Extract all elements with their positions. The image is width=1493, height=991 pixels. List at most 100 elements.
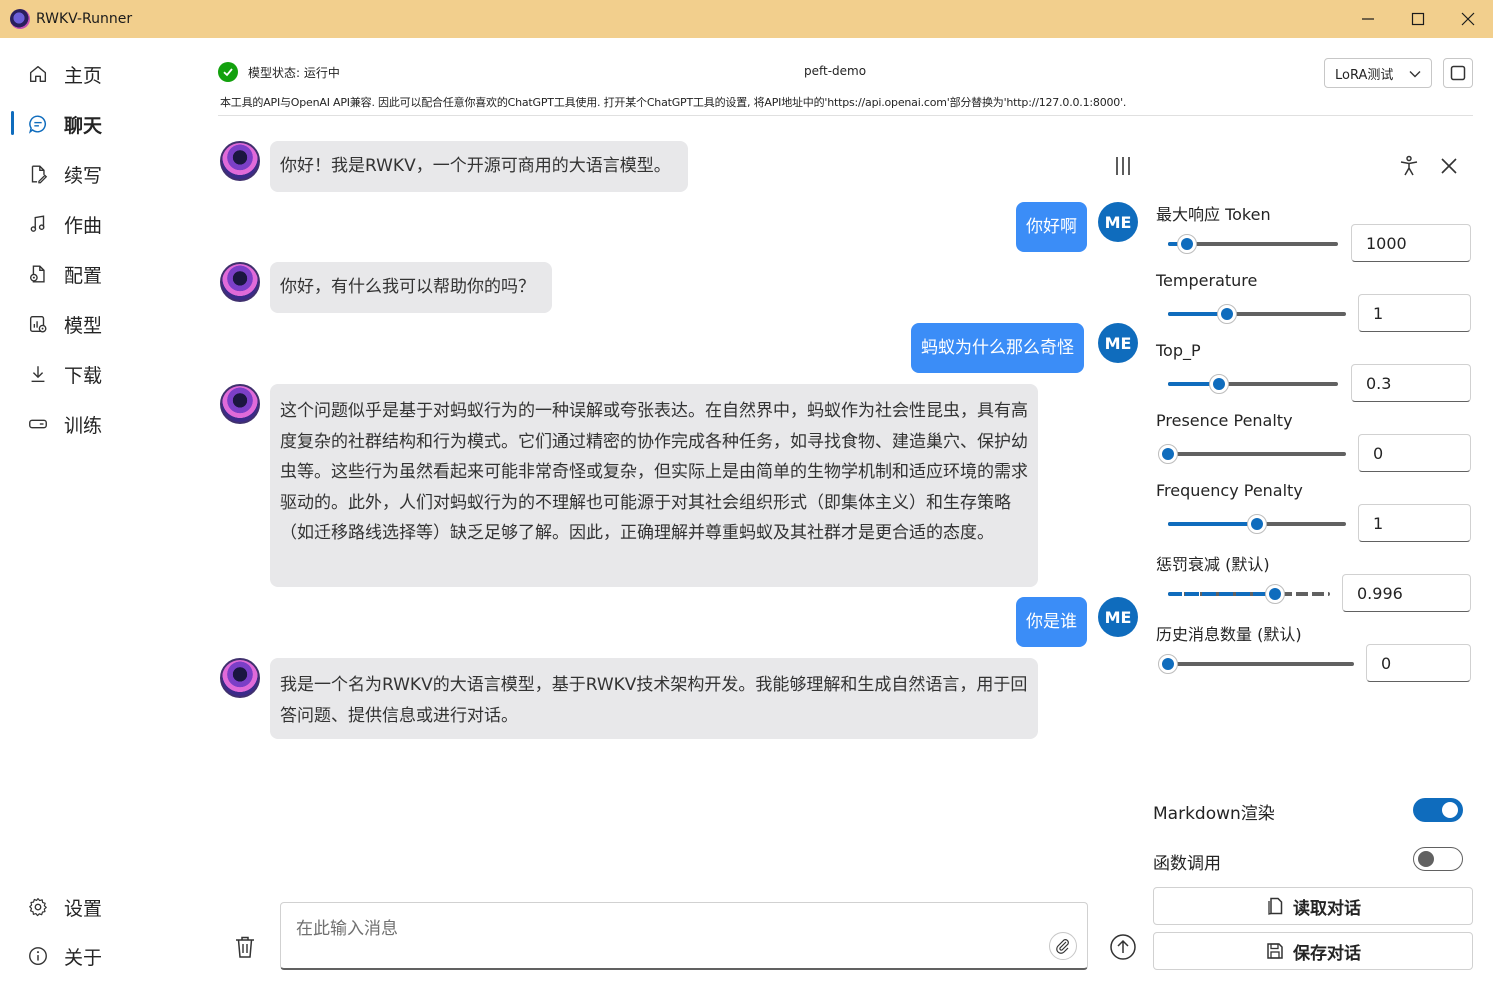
user-avatar: ME (1098, 202, 1138, 242)
model-status-text: 模型状态: 运行中 (248, 65, 340, 80)
bot-avatar (220, 658, 260, 698)
sidebar-item-home[interactable]: 主页 (12, 54, 192, 94)
param-label: Frequency Penalty (1156, 481, 1303, 500)
bot-message: 你好，有什么我可以帮助你的吗？ (270, 262, 552, 313)
load-conversation-button[interactable]: 读取对话 (1153, 887, 1473, 925)
function-call-toggle[interactable] (1413, 847, 1463, 871)
slider-thumb[interactable] (1158, 654, 1178, 674)
slider-thumb[interactable] (1247, 514, 1267, 534)
sidebar-item-label: 聊天 (64, 114, 103, 137)
slider-thumb[interactable] (1209, 374, 1229, 394)
user-message: 蚂蚁为什么那么奇怪 (911, 323, 1084, 373)
send-button[interactable] (1108, 932, 1138, 962)
maximize-button[interactable] (1393, 0, 1443, 38)
chat-header: 模型状态: 运行中 peft-demo LoRA测试 本工具的API与OpenA… (218, 52, 1473, 116)
bot-message: 我是一个名为RWKV的大语言模型，基于RWKV技术架构开发。我能够理解和生成自然… (270, 658, 1038, 739)
panel-drag-handle[interactable] (1110, 152, 1136, 180)
save-conversation-label: 保存对话 (1293, 943, 1361, 964)
slider-thumb[interactable] (1176, 234, 1197, 254)
param-label: Temperature (1156, 271, 1258, 290)
sidebar-item-settings[interactable]: 设置 (12, 887, 192, 927)
message-input-placeholder: 在此输入消息 (296, 919, 398, 939)
bot-avatar (220, 384, 260, 424)
param-slider[interactable] (1168, 234, 1338, 254)
window-title: RWKV-Runner (36, 11, 133, 27)
slider-track (1168, 662, 1354, 666)
param-label: 历史消息数量 (默认) (1156, 625, 1302, 644)
slider-thumb[interactable] (1158, 444, 1178, 464)
slider-fill (1168, 592, 1275, 596)
sidebar-item-train[interactable]: 训练 (12, 404, 192, 444)
slider-thumb[interactable] (1216, 304, 1237, 324)
sidebar-item-about[interactable]: 关于 (12, 936, 192, 976)
markdown-toggle-label: Markdown渲染 (1153, 804, 1275, 824)
document-open-icon (1268, 897, 1283, 915)
clear-chat-button[interactable] (230, 931, 260, 963)
param-value-input[interactable]: 1 (1358, 294, 1471, 332)
close-window-button[interactable] (1443, 0, 1493, 38)
param-label: Top_P (1156, 341, 1201, 360)
param-value-input[interactable]: 1 (1358, 504, 1471, 542)
param-slider[interactable] (1168, 584, 1330, 604)
sidebar-item-label: 续写 (64, 164, 103, 187)
user-message: 你好啊 (1016, 202, 1087, 252)
param-slider[interactable] (1168, 374, 1338, 394)
sidebar-item-downloads[interactable]: 下载 (12, 354, 192, 394)
toggle-panel-button[interactable] (1443, 58, 1473, 88)
param-slider[interactable] (1168, 514, 1346, 534)
attach-button[interactable] (1049, 932, 1077, 960)
close-icon (1461, 12, 1475, 26)
paperclip-icon (1056, 939, 1069, 954)
param-slider[interactable] (1158, 654, 1354, 674)
function-call-toggle-label: 函数调用 (1153, 854, 1221, 874)
home-icon (26, 62, 50, 86)
sidebar-item-label: 设置 (64, 897, 103, 920)
music-note-icon (26, 212, 50, 236)
accessibility-button[interactable] (1394, 152, 1424, 180)
param-value-input[interactable]: 1000 (1351, 224, 1471, 262)
sidebar-item-completion[interactable]: 续写 (12, 154, 192, 194)
toggle-knob (1442, 802, 1458, 818)
param-value-input[interactable]: 0 (1358, 434, 1471, 472)
sidebar-item-label: 关于 (64, 946, 103, 969)
lora-select-value: LoRA测试 (1335, 67, 1394, 83)
lora-select[interactable]: LoRA测试 (1324, 58, 1432, 88)
chat-icon (26, 112, 50, 136)
sidebar-item-composition[interactable]: 作曲 (12, 204, 192, 244)
sidebar-item-label: 模型 (64, 314, 103, 337)
accessibility-icon (1400, 155, 1418, 176)
close-panel-button[interactable] (1434, 152, 1464, 180)
maximize-icon (1411, 12, 1425, 26)
user-avatar: ME (1098, 597, 1138, 637)
arrow-up-circle-icon (1110, 934, 1136, 960)
minimize-icon (1362, 18, 1374, 20)
sidebar-item-label: 训练 (64, 414, 103, 437)
save-conversation-button[interactable]: 保存对话 (1153, 932, 1473, 970)
param-slider[interactable] (1158, 444, 1346, 464)
document-edit-icon (26, 162, 50, 186)
message-input[interactable]: 在此输入消息 (280, 902, 1088, 970)
bot-message: 你好！我是RWKV，一个开源可商用的大语言模型。 (270, 141, 688, 192)
sidebar-item-label: 作曲 (64, 214, 103, 237)
param-value-input[interactable]: 0.3 (1351, 364, 1471, 402)
sidebar-item-label: 配置 (64, 264, 103, 287)
markdown-toggle[interactable] (1413, 798, 1463, 822)
sidebar-item-label: 下载 (64, 364, 103, 387)
slider-track (1168, 452, 1346, 456)
close-icon (1441, 158, 1457, 174)
slider-thumb[interactable] (1264, 584, 1285, 604)
sidebar-item-models[interactable]: 模型 (12, 304, 192, 344)
param-slider[interactable] (1168, 304, 1346, 324)
minimize-button[interactable] (1343, 0, 1393, 38)
sidebar-item-configs[interactable]: 配置 (12, 254, 192, 294)
sidebar-item-chat[interactable]: 聊天 (12, 104, 192, 144)
param-value-input[interactable]: 0.996 (1342, 574, 1471, 612)
param-label: Presence Penalty (1156, 411, 1293, 430)
param-value-input[interactable]: 0 (1366, 644, 1471, 682)
training-icon (26, 412, 50, 436)
bot-avatar (220, 141, 260, 181)
checkbox-square-icon (1450, 65, 1466, 81)
drag-handle-icon (1116, 157, 1130, 175)
checkmark-circle-icon (218, 62, 238, 82)
slider-fill (1168, 522, 1257, 526)
